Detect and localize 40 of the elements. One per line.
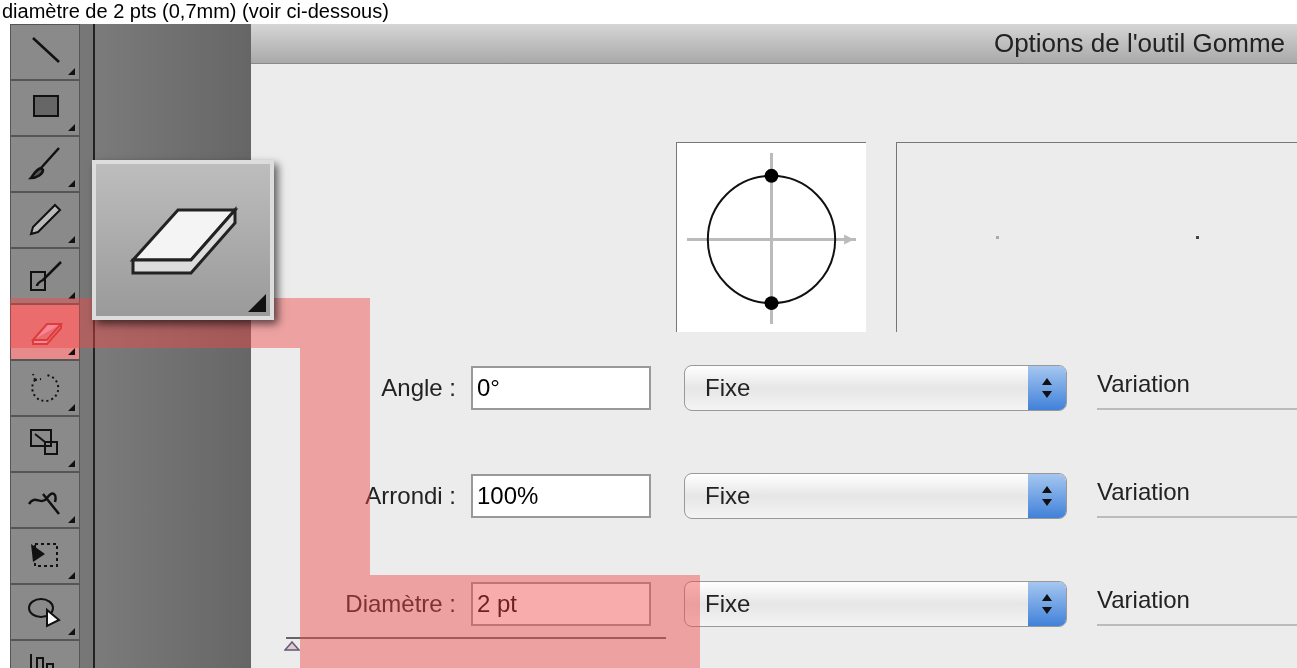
corner-triangle-icon [68,180,75,187]
tool-button[interactable] [10,192,80,248]
dialog-title: Options de l'outil Gomme [993,27,1285,60]
tool-button[interactable] [10,472,80,528]
stepper-arrows-icon [1028,366,1066,410]
corner-triangle-icon [68,516,75,523]
field-label: Diamètre : [344,589,457,619]
slider-thumb[interactable] [284,641,300,651]
tool-button[interactable] [10,248,80,304]
corner-triangle-icon [68,236,75,243]
tool-button[interactable] [10,584,80,640]
tool-button[interactable] [10,528,80,584]
corner-triangle-icon [68,68,75,75]
corner-triangle-icon [68,348,75,355]
caption-text: diamètre de 2 pts (0,7mm) (voir ci-dessous) [1,0,390,24]
corner-triangle-icon [68,460,75,467]
corner-triangle-icon [68,404,75,411]
value-field[interactable]: 100% [471,474,651,518]
corner-triangle-icon [248,294,266,312]
field-label: Angle : [380,373,457,403]
variation-label: Variation [1097,477,1191,507]
variation-label: Variation [1097,585,1191,615]
tool-button[interactable] [10,80,80,136]
variation-label: Variation [1097,369,1191,399]
corner-triangle-icon [68,572,75,579]
corner-triangle-icon [68,124,75,131]
stepper-arrows-icon [1028,582,1066,626]
eraser-flyout[interactable] [92,160,274,320]
mode-dropdown[interactable]: Fixe [684,581,1067,627]
mode-dropdown[interactable]: Fixe [684,473,1067,519]
value-field[interactable]: 0° [471,366,651,410]
tool-button[interactable] [10,24,80,80]
value-field[interactable]: 2 pt [471,582,651,626]
mode-dropdown[interactable]: Fixe [684,365,1067,411]
field-label: Arrondi : [364,481,457,511]
stepper-arrows-icon [1028,474,1066,518]
tool-button[interactable] [10,136,80,192]
tool-button[interactable] [10,416,80,472]
corner-triangle-icon [68,628,75,635]
corner-triangle-icon [68,292,75,299]
